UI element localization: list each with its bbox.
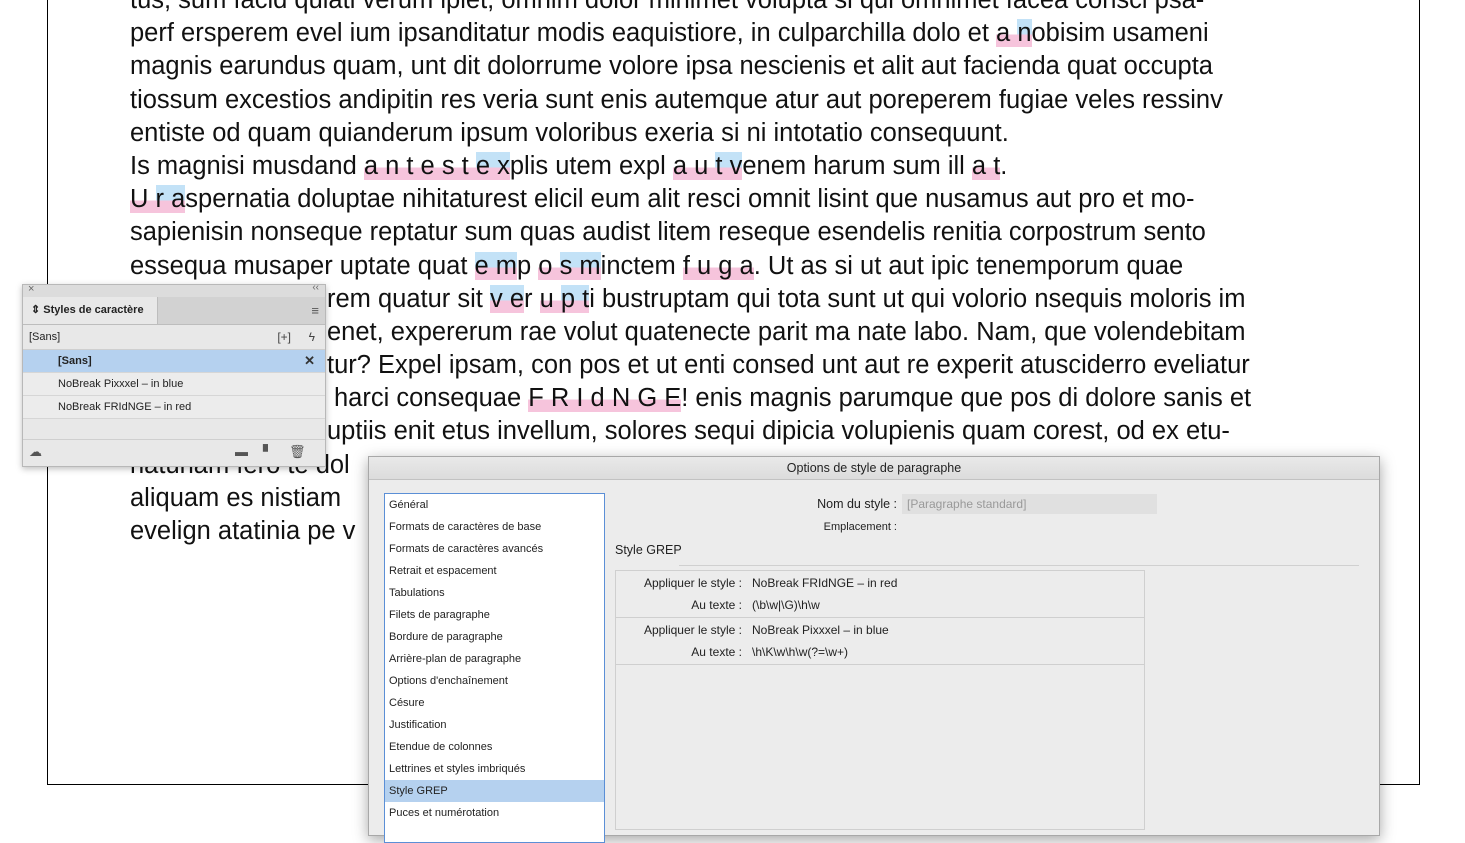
sort-arrows-icon: ⇕ <box>31 304 41 316</box>
panel-menu-icon[interactable]: ≡ <box>311 303 319 318</box>
text-line: tus, sum facid quiati verum ipiet, omnim… <box>130 0 1205 14</box>
paragraph-style-options-dialog: Options de style de paragraphe Général F… <box>368 456 1380 843</box>
category-item[interactable]: Bordure de paragraphe <box>385 626 604 648</box>
grep-rule[interactable]: Appliquer le style : NoBreak FRIdNGE – i… <box>616 571 1144 618</box>
close-icon[interactable]: × <box>28 283 34 295</box>
category-item[interactable]: Tabulations <box>385 582 604 604</box>
to-text-value[interactable]: \h\K\w\h\w(?=\w+) <box>752 645 848 659</box>
panel-footer: ☁ ▬ ▘ 🗑 <box>23 439 325 466</box>
current-style-label: [Sans] <box>29 331 61 343</box>
apply-style-label: Appliquer le style : <box>643 623 742 637</box>
apply-style-value[interactable]: NoBreak Pixxxel – in blue <box>752 623 889 637</box>
category-list: Général Formats de caractères de base Fo… <box>384 493 605 843</box>
apply-style-value[interactable]: NoBreak FRIdNGE – in red <box>752 576 897 590</box>
section-heading: Style GREP <box>615 543 682 557</box>
category-item[interactable]: Arrière-plan de paragraphe <box>385 648 604 670</box>
category-item[interactable]: Etendue de colonnes <box>385 736 604 758</box>
to-text-label: Au texte : <box>691 645 742 659</box>
text-line: U r aspernatia doluptae nihitaturest eli… <box>130 185 1195 214</box>
to-text-value[interactable]: (\b\w|\G)\h\w <box>752 598 820 612</box>
category-item[interactable]: Formats de caractères avancés <box>385 538 604 560</box>
dialog-title: Options de style de paragraphe <box>369 457 1379 480</box>
style-item-nobreak-pixxxel[interactable]: NoBreak Pixxxel – in blue <box>23 373 325 396</box>
text-line: magnis earundus quam, unt dit dolorrume … <box>130 52 1213 81</box>
category-item[interactable]: Justification <box>385 714 604 736</box>
new-style-from-selection-icon[interactable]: [+] <box>277 325 291 349</box>
text-line: sapienisin nonseque reptatur sum quas au… <box>130 218 1206 247</box>
collapse-icon[interactable]: ‹‹ <box>312 282 319 293</box>
character-styles-panel: × ‹‹ ⇕ Styles de caractère ≡ [Sans] [+] … <box>22 282 326 467</box>
text-line: Is magnisi musdand a n t e s t e xplis u… <box>130 151 1008 180</box>
category-item[interactable]: Retrait et espacement <box>385 560 604 582</box>
category-item[interactable]: Lettrines et styles imbriqués <box>385 758 604 780</box>
category-item[interactable]: Césure <box>385 692 604 714</box>
section-divider <box>679 565 1359 566</box>
category-item[interactable]: Formats de caractères de base <box>385 516 604 538</box>
style-item-sans[interactable]: [Sans] ✕ <box>23 350 325 373</box>
grep-rule[interactable]: Appliquer le style : NoBreak Pixxxel – i… <box>616 618 1144 665</box>
text-line: perf ersperem evel ium ipsanditatur modi… <box>130 19 1209 48</box>
to-text-label: Au texte : <box>691 598 742 612</box>
panel-titlebar: × ‹‹ <box>23 282 325 297</box>
new-group-folder-icon[interactable]: ▬ <box>235 444 248 459</box>
delete-trash-icon[interactable]: 🗑 <box>289 444 306 460</box>
category-item[interactable]: Options d'enchaînement <box>385 670 604 692</box>
style-name-label: Nom du style : <box>817 497 897 511</box>
text-line: tiossum excestios andipitin res veria su… <box>130 85 1223 114</box>
grep-rules-list[interactable]: Appliquer le style : NoBreak FRIdNGE – i… <box>615 570 1145 830</box>
tab-label: Styles de caractère <box>43 304 144 316</box>
new-style-icon[interactable]: ▘ <box>263 444 273 460</box>
style-name-input[interactable] <box>902 494 1157 514</box>
tab-character-styles[interactable]: ⇕ Styles de caractère <box>23 297 158 324</box>
category-item[interactable]: Filets de paragraphe <box>385 604 604 626</box>
style-item-nobreak-fridnge[interactable]: NoBreak FRIdNGE – in red <box>23 396 325 419</box>
text-line: entiste od quam quianderum ipsum volorib… <box>130 118 1009 147</box>
category-item[interactable]: Général <box>385 494 604 516</box>
category-item[interactable]: Puces et numérotation <box>385 802 604 824</box>
quick-apply-icon[interactable]: ϟ <box>309 325 315 349</box>
text-line: essequa musaper uptate quat e mp o s min… <box>130 251 1184 280</box>
category-item-style-grep[interactable]: Style GREP <box>385 780 604 802</box>
edit-style-icon: ✕ <box>304 353 315 368</box>
cloud-library-icon[interactable]: ☁ <box>29 444 42 460</box>
apply-style-label: Appliquer le style : <box>643 576 742 590</box>
panel-tab-row: ⇕ Styles de caractère ≡ <box>23 297 325 325</box>
current-style-header: [Sans] [+] ϟ <box>23 325 325 350</box>
location-label: Emplacement : <box>823 521 897 533</box>
